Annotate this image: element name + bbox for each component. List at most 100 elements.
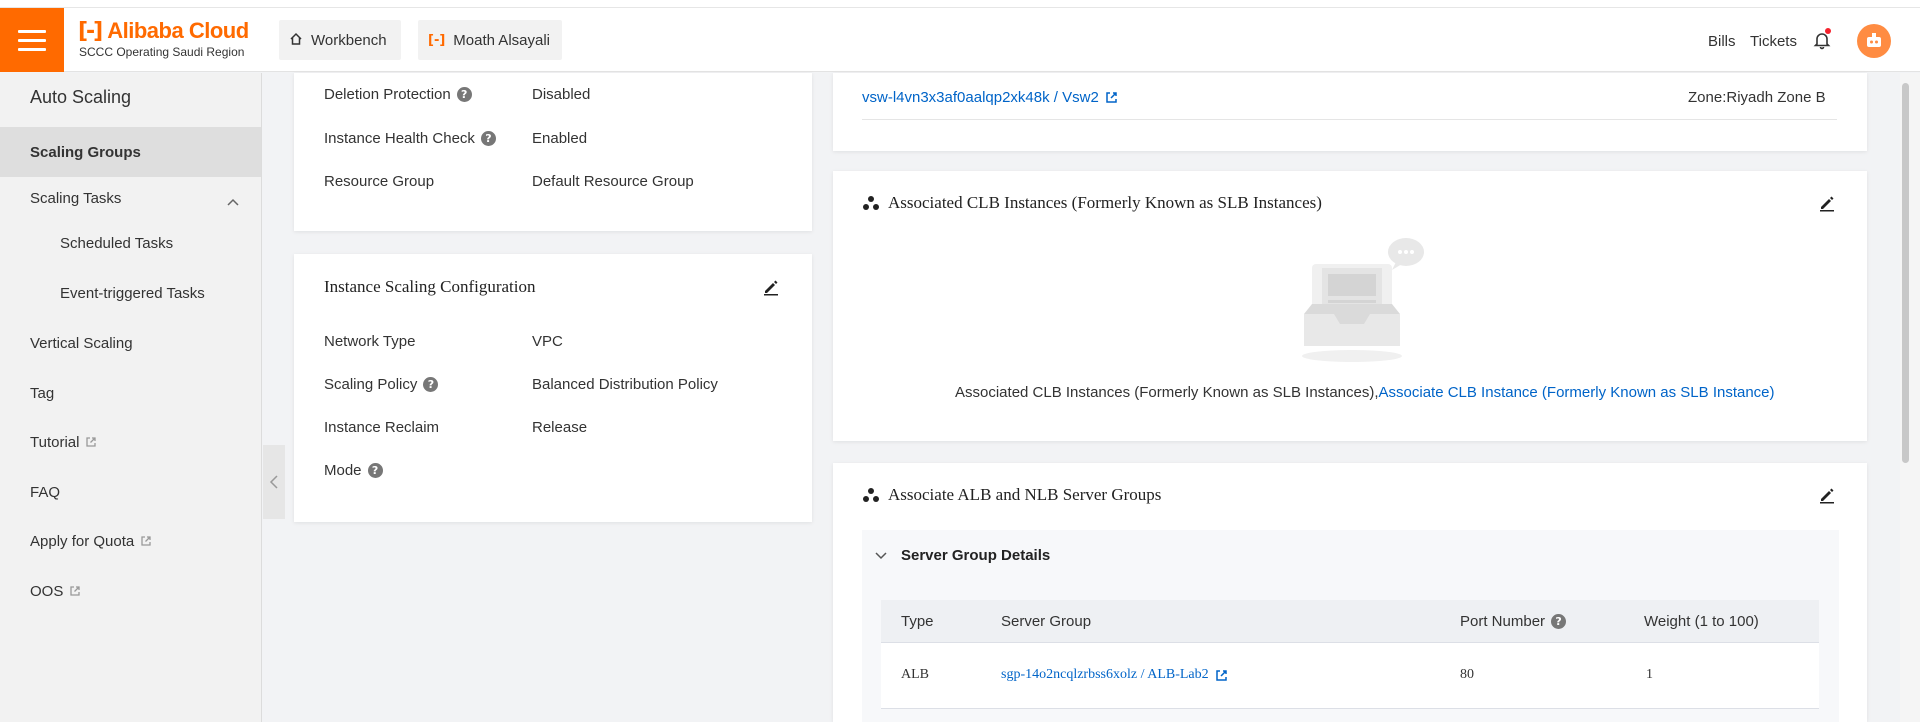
sidebar-collapse-button[interactable] [263,445,285,519]
details-title: Server Group Details [901,547,1051,564]
vswitch-link-text[interactable]: vsw-l4vn3x3af0aalqp2xk48k / Vsw2 [862,89,1099,106]
top-navigation-bar: [-] Alibaba Cloud SCCC Operating Saudi R… [0,8,1920,72]
help-icon[interactable]: ? [367,463,383,478]
cluster-icon [863,488,879,502]
deletion-protection-value: Disabled [532,86,591,103]
sidebar-item-oos[interactable]: OOS [0,566,261,616]
region-label: SCCC Operating Saudi Region [79,45,245,59]
header-server-group: Server Group [1001,613,1092,630]
card-title: Instance Scaling Configuration [324,277,536,296]
bills-link[interactable]: Bills [1708,33,1736,50]
network-type-label: Network Type [324,333,415,350]
sidebar-item-apply-for-quota[interactable]: Apply for Quota [0,516,261,566]
label-text: Instance Health Check [324,130,475,147]
row-port: 80 [1460,667,1474,682]
sidebar-item-scaling-groups[interactable]: Scaling Groups [0,127,261,177]
sidebar-item-scaling-tasks[interactable]: Scaling Tasks [0,173,261,223]
mode-label: Mode ? [324,462,383,479]
empty-text: Associated CLB Instances (Formerly Known… [955,384,1379,401]
alibaba-logo-icon: [-] [428,32,446,48]
sidebar-title: Auto Scaling [30,87,132,107]
sidebar-item-label: Tutorial [30,433,80,451]
deletion-protection-label: Deletion Protection ? [324,86,472,103]
account-label: Moath Alsayali [453,31,550,49]
resource-group-value: Default Resource Group [532,173,694,190]
help-icon[interactable]: ? [480,131,496,146]
notification-dot [1825,28,1831,34]
help-icon[interactable]: ? [1551,614,1567,629]
workbench-button[interactable]: Workbench [279,20,401,60]
clb-empty-message: Associated CLB Instances (Formerly Known… [955,384,1775,401]
zone-label: Zone:Riyadh Zone B [1688,89,1826,106]
account-button[interactable]: [-] Moath Alsayali [418,20,562,60]
divider [862,119,1837,120]
external-link-icon [1106,92,1117,103]
associate-clb-link[interactable]: Associate CLB Instance (Formerly Known a… [1379,384,1775,401]
scaling-policy-value: Balanced Distribution Policy [532,376,718,393]
sidebar-item-event-triggered-tasks[interactable]: Event-triggered Tasks [0,268,261,318]
sidebar-item-label: Scheduled Tasks [60,234,174,252]
external-link-icon [86,437,97,447]
sidebar-item-tag[interactable]: Tag [0,368,261,418]
sidebar-item-tutorial[interactable]: Tutorial [0,417,261,467]
instance-reclaim-label: Instance Reclaim [324,419,439,436]
help-icon[interactable]: ? [456,87,472,102]
label-text: Instance Reclaim [324,419,440,436]
scrollbar-thumb[interactable] [1902,83,1909,463]
workbench-label: Workbench [311,31,387,49]
sidebar-item-label: OOS [30,582,64,600]
label-text: Resource Group [324,173,435,190]
alibaba-cloud-logo[interactable]: [-] Alibaba Cloud SCCC Operating Saudi R… [78,18,249,59]
sidebar-item-faq[interactable]: FAQ [0,467,261,517]
edit-icon[interactable] [1818,486,1836,504]
menu-button[interactable] [0,8,64,72]
chevron-down-icon [875,551,887,559]
external-link-icon [141,536,151,546]
row-server-group-link[interactable]: sgp-14o2ncqlzrbss6xolz / ALB-Lab2 [1001,667,1228,683]
instance-health-check-value: Enabled [532,130,588,147]
edit-icon[interactable] [762,278,780,296]
label-text: Scaling Policy [324,376,418,393]
alibaba-logo-icon: [-] [78,18,103,44]
external-link-icon [70,586,80,596]
server-group-link-text[interactable]: sgp-14o2ncqlzrbss6xolz / ALB-Lab2 [1001,667,1209,683]
instance-reclaim-value: Release [532,419,588,436]
scaling-policy-label: Scaling Policy ? [324,376,439,393]
clb-section-title: Associated CLB Instances (Formerly Known… [862,193,1322,213]
help-icon[interactable]: ? [423,377,439,392]
home-icon [289,32,303,49]
sidebar-item-label: Scaling Tasks [30,189,122,207]
label-text: Mode [324,462,362,479]
sidebar-item-label: Scaling Groups [30,143,141,161]
alb-section-title: Associate ALB and NLB Server Groups [862,485,1161,505]
vswitch-card [833,73,1867,151]
row-weight: 1 [1646,667,1653,682]
resource-group-label: Resource Group [324,173,434,190]
sidebar-item-label: Tag [30,384,55,402]
label-text: Network Type [324,333,416,350]
network-type-value: VPC [532,333,563,350]
label-text: Deletion Protection [324,86,451,103]
sidebar-item-scheduled-tasks[interactable]: Scheduled Tasks [0,218,261,268]
header-weight: Weight (1 to 100) [1644,613,1759,630]
section-title-text: Associated CLB Instances (Formerly Known… [888,193,1322,212]
vswitch-link[interactable]: vsw-l4vn3x3af0aalqp2xk48k / Vsw2 [862,89,1118,106]
tickets-link[interactable]: Tickets [1750,33,1797,50]
sidebar: Auto Scaling Scaling Groups Scaling Task… [0,73,262,722]
empty-state-illustration [1302,238,1424,362]
server-group-details-toggle[interactable]: Server Group Details [875,547,1050,564]
sidebar-item-label: Apply for Quota [30,532,135,550]
top-strip [0,0,1920,8]
header-type: Type [901,613,934,630]
edit-icon[interactable] [1818,194,1836,212]
sidebar-item-label: Vertical Scaling [30,334,133,352]
header-label: Port Number [1460,613,1546,630]
bell-icon[interactable] [1810,28,1834,52]
sidebar-item-vertical-scaling[interactable]: Vertical Scaling [0,318,261,368]
avatar[interactable] [1857,24,1891,58]
chevron-left-icon [269,475,278,489]
chevron-up-icon [227,193,239,210]
header-port-number: Port Number ? [1460,613,1567,630]
sidebar-item-label: Event-triggered Tasks [60,284,205,302]
cluster-icon [863,196,879,210]
